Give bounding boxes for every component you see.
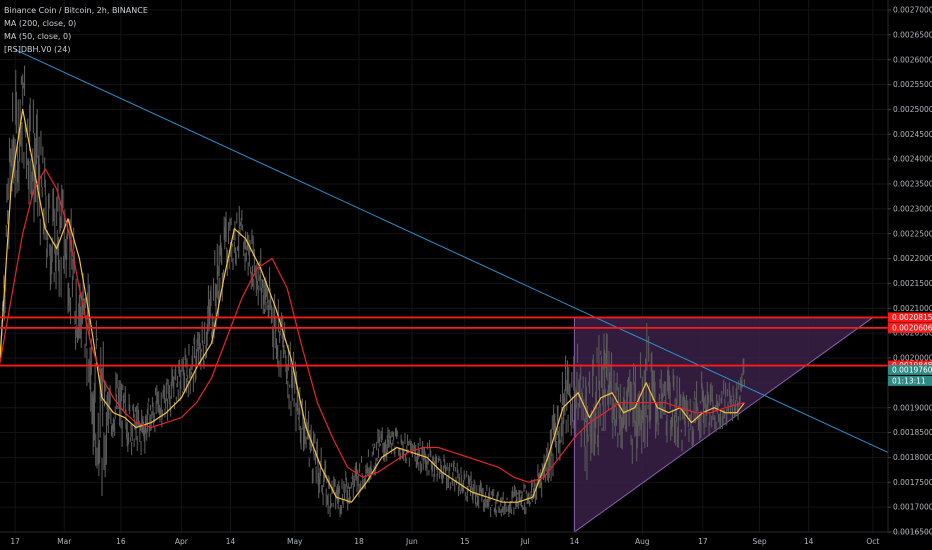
y-tick-label: 0.0024000 <box>893 155 932 164</box>
level-label-text: 0.0020815 <box>892 313 932 322</box>
x-tick-label: Jun <box>405 537 418 546</box>
x-tick-label: 16 <box>116 537 126 546</box>
x-tick-label: Apr <box>175 537 189 546</box>
y-tick-label: 0.0027000 <box>893 6 932 15</box>
legend-indicator[interactable]: [RS]DBH.V0 (24) <box>4 43 148 56</box>
y-tick-label: 0.0018500 <box>893 428 932 437</box>
x-tick-label: 17 <box>698 537 708 546</box>
x-tick-label: 18 <box>354 537 364 546</box>
y-tick-label: 0.0022000 <box>893 254 932 263</box>
y-tick-label: 0.0017000 <box>893 503 932 512</box>
x-tick-label: 15 <box>460 537 470 546</box>
x-tick-label: 14 <box>226 537 236 546</box>
legend-ma200[interactable]: MA (200, close, 0) <box>4 17 148 30</box>
y-tick-label: 0.0023000 <box>893 204 932 213</box>
level-label-text: 0.0020606 <box>892 324 932 333</box>
y-tick-label: 0.0026500 <box>893 30 932 39</box>
x-tick-label: Jul <box>520 537 530 546</box>
y-tick-label: 0.0025500 <box>893 80 932 89</box>
x-tick-label: 14 <box>570 537 580 546</box>
legend-ma50[interactable]: MA (50, close, 0) <box>4 30 148 43</box>
y-tick-label: 0.0017500 <box>893 478 932 487</box>
y-tick-label: 0.0018000 <box>893 453 932 462</box>
countdown-label-text: 01:13:11 <box>892 377 926 386</box>
x-tick-label: Aug <box>635 537 650 546</box>
x-tick-label: May <box>287 537 303 546</box>
y-tick-label: 0.0021000 <box>893 304 932 313</box>
y-tick-label: 0.0022500 <box>893 229 932 238</box>
y-tick-label: 0.0019000 <box>893 403 932 412</box>
y-tick-label: 0.0021500 <box>893 279 932 288</box>
x-tick-label: Sep <box>752 537 766 546</box>
chart-background <box>0 0 932 550</box>
y-tick-label: 0.0026000 <box>893 55 932 64</box>
x-tick-label: Mar <box>57 537 72 546</box>
y-tick-label: 0.0024500 <box>893 130 932 139</box>
last-price-label-text: 0.0019760 <box>892 366 932 375</box>
legend-symbol[interactable]: Binance Coin / Bitcoin, 2h, BINANCE <box>4 4 148 17</box>
y-tick-label: 0.0025000 <box>893 105 932 114</box>
chart-legend: Binance Coin / Bitcoin, 2h, BINANCE MA (… <box>4 4 148 56</box>
y-tick-label: 0.0016500 <box>893 528 932 537</box>
price-chart[interactable]: 0.0027000 0.0026500 0.0026000 0.0025500 0.00… <box>0 0 932 550</box>
x-tick-label: 14 <box>804 537 814 546</box>
y-tick-label: 0.0023500 <box>893 180 932 189</box>
x-tick-label: 17 <box>10 537 20 546</box>
x-tick-label: Oct <box>866 537 879 546</box>
